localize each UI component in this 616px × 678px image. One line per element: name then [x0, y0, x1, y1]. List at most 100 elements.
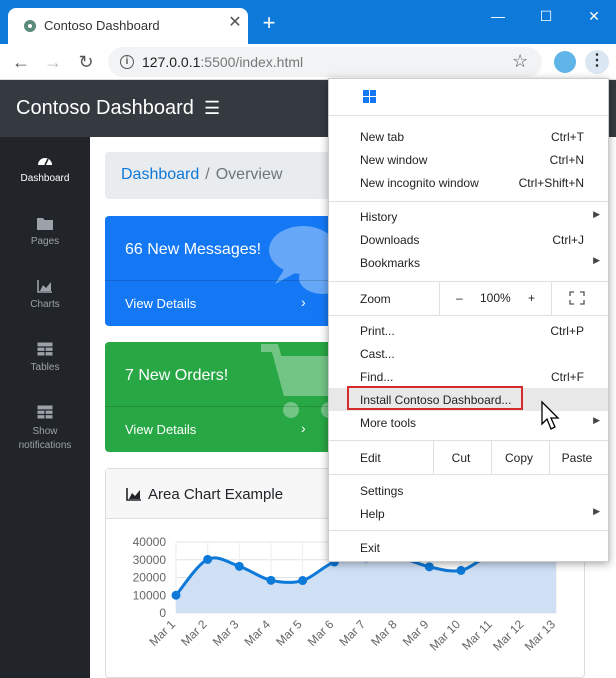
site-info-icon[interactable]: i [120, 55, 134, 69]
menu-item-new-tab[interactable]: New tab Ctrl+T [329, 125, 608, 148]
cut-button[interactable]: Cut [433, 451, 489, 465]
messages-card: 66 New Messages! View Details › [105, 216, 345, 326]
menu-separator [329, 201, 608, 202]
zoom-label: Zoom [360, 292, 391, 306]
chevron-right-icon[interactable]: › [301, 294, 306, 310]
menu-separator [329, 115, 608, 116]
table-icon [37, 342, 53, 356]
breadcrumb-current: Overview [215, 166, 283, 183]
mouse-cursor-icon [541, 400, 560, 430]
window-close-icon[interactable]: ✕ [582, 6, 606, 26]
table-icon [37, 405, 53, 419]
menu-item-more-tools[interactable]: More tools ▶ [329, 411, 608, 434]
bookmark-star-icon[interactable]: ☆ [512, 51, 528, 72]
dashboard-icon [38, 158, 52, 166]
x-tick-label: Mar 3 [210, 617, 242, 649]
address-bar[interactable]: i 127.0.0.1:5500/index.html ☆ [108, 47, 542, 77]
data-point [424, 562, 434, 572]
sidebar-item-pages[interactable]: Pages [0, 216, 90, 247]
menu-item-help[interactable]: Help ▶ [329, 502, 608, 525]
menu-edit-row: Edit Cut Copy Paste [329, 441, 608, 474]
tab-title: Contoso Dashboard [44, 18, 160, 33]
paste-button[interactable]: Paste [549, 451, 605, 465]
zoom-level: 100% [480, 291, 511, 305]
card-divider [105, 280, 345, 281]
breadcrumb-link-dashboard[interactable]: Dashboard [121, 166, 199, 183]
brand-title[interactable]: Contoso Dashboard [16, 97, 194, 120]
x-tick-label: Mar 7 [337, 617, 369, 649]
minimize-icon[interactable]: — [486, 6, 510, 26]
y-tick-label: 40000 [133, 535, 167, 549]
data-point [234, 561, 244, 571]
data-point [203, 554, 213, 564]
sidebar-item-label: Tables [30, 362, 60, 373]
y-tick-label: 20000 [133, 571, 167, 585]
chrome-menu: New tab Ctrl+T New window Ctrl+N New incog… [328, 78, 609, 562]
x-tick-label: Mar 4 [242, 617, 274, 649]
sidebar-item-label: Dashboard [20, 173, 70, 184]
x-tick-label: Mar 5 [273, 617, 305, 649]
favicon-icon [24, 20, 36, 32]
x-tick-label: Mar 10 [427, 617, 464, 654]
data-point [171, 590, 181, 600]
menu-item-cast[interactable]: Cast... [329, 342, 608, 365]
forward-icon[interactable]: → [41, 50, 65, 74]
x-tick-label: Mar 6 [305, 617, 337, 649]
card-title: 66 New Messages! [125, 241, 262, 258]
sidebar-item-label: Show [32, 426, 58, 437]
submenu-arrow-icon: ▶ [593, 415, 600, 425]
zoom-out-button[interactable]: – [456, 291, 463, 305]
sidebar-item-dashboard[interactable]: Dashboard [0, 153, 90, 184]
sidebar-item-label: Pages [30, 236, 60, 247]
chevron-right-icon[interactable]: › [301, 420, 306, 436]
copy-button[interactable]: Copy [491, 451, 547, 465]
sidebar-item-label: notifications [18, 440, 72, 451]
menu-item-settings[interactable]: Settings [329, 479, 608, 502]
menu-item-new-incognito-window[interactable]: New incognito window Ctrl+Shift+N [329, 171, 608, 194]
menu-zoom-row: Zoom – 100% + [329, 282, 608, 315]
folder-icon [37, 218, 53, 230]
x-tick-label: Mar 2 [178, 617, 210, 649]
breadcrumb: Dashboard / Overview [105, 152, 345, 199]
tab-close-icon[interactable]: ✕ [226, 14, 244, 32]
x-tick-label: Mar 13 [522, 617, 559, 654]
data-point [456, 565, 466, 575]
sidebar-item-show-notifications[interactable]: Show notifications [0, 405, 90, 453]
hamburger-icon[interactable]: ☰ [204, 98, 220, 119]
menu-item-history[interactable]: History ▶ [329, 205, 608, 228]
view-details-link[interactable]: View Details [125, 422, 196, 437]
x-tick-label: Mar 8 [368, 617, 400, 649]
view-details-link[interactable]: View Details [125, 296, 196, 311]
menu-separator [329, 315, 608, 316]
submenu-arrow-icon: ▶ [593, 506, 600, 516]
zoom-in-button[interactable]: + [528, 291, 535, 305]
menu-separator [329, 530, 608, 531]
x-tick-label: Mar 11 [459, 617, 495, 653]
profile-avatar-icon[interactable] [554, 51, 576, 73]
breadcrumb-separator: / [205, 166, 210, 183]
submenu-arrow-icon: ▶ [593, 255, 600, 265]
fullscreen-icon[interactable] [569, 291, 585, 305]
data-point [298, 576, 308, 586]
menu-item-downloads[interactable]: Downloads Ctrl+J [329, 228, 608, 251]
browser-toolbar: ← → ↻ i 127.0.0.1:5500/index.html ☆ [0, 44, 616, 80]
menu-separator [329, 474, 608, 475]
browser-tab[interactable]: Contoso Dashboard ✕ [8, 8, 248, 44]
menu-item-find[interactable]: Find... Ctrl+F [329, 365, 608, 388]
menu-item-print[interactable]: Print... Ctrl+P [329, 319, 608, 342]
y-tick-label: 0 [159, 606, 166, 620]
new-tab-icon[interactable]: + [258, 12, 280, 34]
chrome-menu-icon[interactable]: ⋮ [585, 50, 609, 74]
submenu-arrow-icon: ▶ [593, 209, 600, 219]
area-chart-icon [37, 280, 52, 293]
sidebar-item-tables[interactable]: Tables [0, 342, 90, 373]
sidebar-item-charts[interactable]: Charts [0, 279, 90, 310]
menu-item-new-window[interactable]: New window Ctrl+N [329, 148, 608, 171]
x-tick-label: Mar 12 [490, 617, 527, 654]
y-tick-label: 30000 [133, 553, 167, 567]
menu-item-exit[interactable]: Exit [329, 536, 608, 559]
back-icon[interactable]: ← [9, 50, 33, 74]
maximize-icon[interactable]: ☐ [534, 6, 558, 26]
reload-icon[interactable]: ↻ [74, 50, 98, 74]
menu-item-bookmarks[interactable]: Bookmarks ▶ [329, 251, 608, 274]
